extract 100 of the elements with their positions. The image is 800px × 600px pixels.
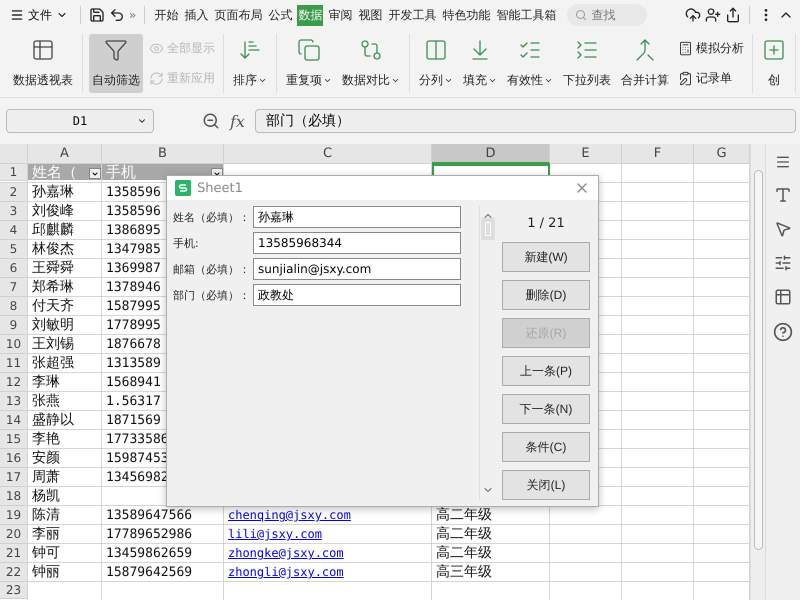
menu-tab[interactable]: 数据 <box>297 4 324 26</box>
row-number[interactable]: 9 <box>0 316 28 334</box>
row-number[interactable]: 3 <box>0 202 28 220</box>
input-field[interactable]: 孙嘉琳 <box>253 206 461 228</box>
help-icon[interactable] <box>773 322 793 342</box>
ribbon-button[interactable]: 有效性 <box>504 34 556 93</box>
row-number[interactable]: 19 <box>0 506 28 524</box>
menu-tab[interactable]: 插入 <box>183 4 210 26</box>
email-link[interactable]: zhongke@jsxy.com <box>228 546 344 560</box>
menu-tab[interactable]: 页面布局 <box>213 4 264 26</box>
ribbon-button[interactable]: 创 <box>759 34 789 93</box>
ribbon-button[interactable]: 填充 <box>460 34 500 93</box>
column-header[interactable]: A <box>28 144 102 164</box>
row-number[interactable]: 6 <box>0 259 28 278</box>
vertical-scrollbar[interactable] <box>750 144 765 600</box>
row-number[interactable]: 10 <box>0 335 28 354</box>
table-cell: 13456982 <box>106 470 169 485</box>
dialog-button[interactable]: 关闭(L) <box>502 470 590 500</box>
formula-field[interactable]: 部门（必填） <box>254 109 796 133</box>
dialog-scrollbar[interactable] <box>479 206 496 500</box>
ribbon-button[interactable]: 数据透视表 <box>10 34 76 93</box>
menu-tab[interactable]: 开始 <box>153 4 180 26</box>
column-header[interactable]: G <box>694 144 750 164</box>
row-number[interactable]: 20 <box>0 525 28 544</box>
ribbon-button[interactable]: 合并计算 <box>618 34 672 93</box>
row-number[interactable]: 11 <box>0 354 28 372</box>
ribbon-button[interactable]: 模拟分析 <box>676 38 746 60</box>
dialog-button[interactable]: 下一条(N) <box>502 394 590 424</box>
input-field[interactable]: sunjialin@jsxy.com <box>253 258 461 280</box>
undo-icon[interactable] <box>109 7 125 23</box>
table-icon[interactable] <box>774 288 792 306</box>
row-number[interactable]: 14 <box>0 411 28 430</box>
sliders-icon[interactable] <box>774 254 792 272</box>
dialog-button[interactable]: 新建(W) <box>502 242 590 272</box>
name-box[interactable]: D1 <box>6 109 154 133</box>
row-number[interactable]: 17 <box>0 468 28 486</box>
dialog-button[interactable]: 删除(D) <box>502 280 590 310</box>
row-number[interactable]: 2 <box>0 183 28 202</box>
email-link[interactable]: lili@jsxy.com <box>228 527 322 542</box>
scroll-thumb[interactable] <box>754 170 762 550</box>
menu-tab[interactable]: 视图 <box>357 4 384 26</box>
row-number[interactable]: 22 <box>0 563 28 582</box>
dialog-button[interactable]: 上一条(P) <box>502 356 590 386</box>
column-header[interactable]: E <box>550 144 622 164</box>
column-header[interactable]: F <box>622 144 694 164</box>
row-number[interactable]: 5 <box>0 240 28 258</box>
row-number[interactable]: 16 <box>0 449 28 468</box>
table-cell: 邱麒麟 <box>32 221 74 240</box>
ribbon-button[interactable]: 分列 <box>416 34 456 93</box>
row-number[interactable]: 15 <box>0 430 28 448</box>
menu-tab[interactable]: 特色功能 <box>441 4 492 26</box>
table-cell: 周萧 <box>32 468 60 486</box>
menu-tab[interactable]: 开发工具 <box>387 4 438 26</box>
function-label[interactable]: fx <box>230 112 245 130</box>
input-field[interactable]: 13585968344 <box>253 232 461 254</box>
email-link[interactable]: chenqing@jsxy.com <box>228 508 351 522</box>
user-plus-icon[interactable] <box>705 7 721 23</box>
row-number[interactable]: 12 <box>0 373 28 392</box>
save-icon[interactable] <box>89 7 105 23</box>
ribbon-button[interactable]: 记录单 <box>676 68 746 89</box>
cursor-icon[interactable] <box>774 220 792 238</box>
email-link[interactable]: zhongli@jsxy.com <box>228 565 344 580</box>
ribbon-button[interactable]: 重复项 <box>283 34 335 93</box>
filter-dropdown-button[interactable] <box>89 168 101 179</box>
row-number[interactable]: 4 <box>0 221 28 240</box>
cloud-icon[interactable] <box>685 7 701 23</box>
row-number[interactable]: 8 <box>0 297 28 316</box>
share-icon[interactable] <box>725 7 741 23</box>
search-field[interactable]: 查找 <box>567 4 648 26</box>
field-label: 手机: <box>173 236 200 250</box>
menu-tab[interactable]: 公式 <box>267 4 294 26</box>
ribbon-button[interactable]: 自动筛选 <box>89 34 143 93</box>
caret-icon <box>391 76 400 85</box>
column-header[interactable]: B <box>102 144 224 164</box>
table-cell: 林俊杰 <box>32 240 74 258</box>
row-number[interactable]: 21 <box>0 544 28 562</box>
file-menu[interactable]: 文件 <box>6 3 72 27</box>
menu-icon[interactable] <box>775 154 791 170</box>
column-header[interactable]: D <box>432 144 550 164</box>
zoom-icon[interactable] <box>202 112 220 130</box>
menu-tab[interactable]: 审阅 <box>327 4 354 26</box>
menu-tab[interactable]: 智能工具箱 <box>495 4 558 26</box>
ribbon-button[interactable]: 下拉列表 <box>560 34 614 93</box>
ribbon-button[interactable]: 数据对比 <box>339 34 403 93</box>
dialog-button[interactable]: 条件(C) <box>502 432 590 462</box>
row-number[interactable]: 23 <box>0 582 28 599</box>
ribbon-button[interactable]: 排序 <box>230 34 270 93</box>
table-cell: 1313589 <box>106 356 161 371</box>
input-field[interactable]: 政教处 <box>253 284 461 306</box>
row-number[interactable]: 1 <box>0 164 28 181</box>
row-number[interactable]: 18 <box>0 487 28 506</box>
table-cell: 李琳 <box>32 373 60 392</box>
column-header[interactable]: C <box>224 144 432 164</box>
table-cell: 1568941 <box>106 374 161 390</box>
text-icon[interactable] <box>774 186 792 204</box>
plus-icon <box>762 38 786 62</box>
row-number[interactable]: 13 <box>0 392 28 410</box>
scroll-thumb[interactable] <box>481 218 496 240</box>
row-number[interactable]: 7 <box>0 278 28 296</box>
more-button[interactable]: » <box>129 8 136 22</box>
